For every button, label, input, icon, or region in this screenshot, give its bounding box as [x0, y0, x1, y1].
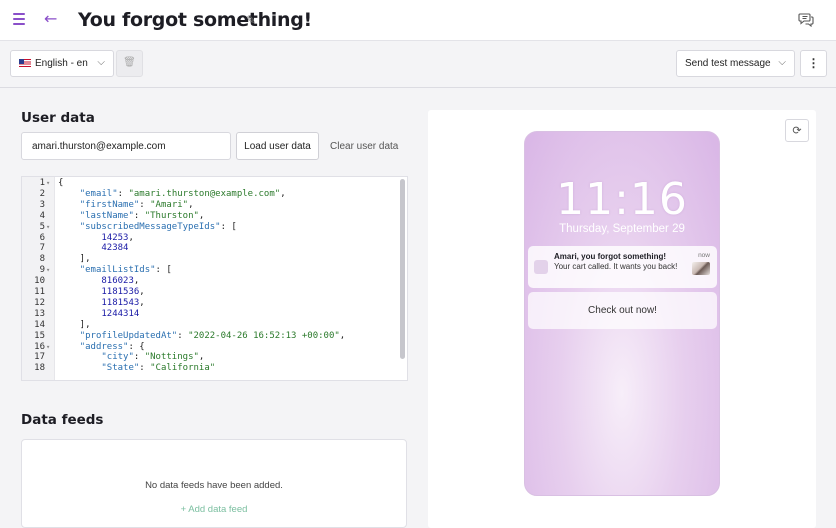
code-text: "city": "Nottings", [101, 352, 205, 363]
line-number: 16 [34, 341, 45, 352]
line-number: 11 [34, 287, 45, 297]
code-text: ], [58, 254, 91, 265]
code-text: "email": "amari.thurston@example.com", [79, 188, 286, 199]
code-text: "emailListIds": [ [79, 265, 172, 276]
language-label: English - en [35, 58, 88, 69]
refresh-icon: ⟳ [792, 124, 802, 137]
line-number: 12 [34, 297, 45, 308]
line-number: 1 [39, 178, 45, 188]
line-number: 2 [39, 188, 45, 199]
chevron-down-icon: ⌵ [97, 57, 105, 68]
code-text: 1181536, [101, 287, 145, 297]
line-number: 14 [34, 319, 45, 330]
line-number: 5 [39, 221, 45, 232]
code-text: 42384 [101, 243, 129, 254]
us-flag-icon [19, 59, 31, 67]
data-feeds-empty-text: No data feeds have been added. [145, 480, 283, 491]
line-number: 18 [34, 363, 45, 374]
check-out-action-button: Check out now! [528, 292, 717, 329]
line-number: 17 [34, 352, 45, 363]
code-text: "profileUpdatedAt": "2022-04-26 16:52:13… [79, 330, 346, 341]
add-data-feed-link[interactable]: + Add data feed [22, 504, 406, 515]
page-title: You forgot something! [78, 9, 312, 31]
code-text: 816023, [101, 276, 140, 287]
fold-toggle-icon[interactable]: ▾ [46, 222, 50, 232]
code-text: 1244314 [101, 308, 140, 319]
fold-toggle-icon[interactable]: ▾ [46, 342, 50, 352]
lockscreen-time: 11:16 [556, 174, 688, 225]
toolbar: English - en ⌵ 🗑 Send test message ⌵ ⋮ [0, 41, 836, 88]
notification-body: Your cart called. It wants you back! [554, 262, 678, 271]
line-number: 9 [39, 265, 45, 276]
line-number: 8 [39, 254, 45, 265]
line-number: 13 [34, 308, 45, 319]
user-data-heading: User data [21, 110, 95, 126]
code-text: 1181543, [101, 297, 145, 308]
push-notification: Amari, you forgot something! Your cart c… [528, 246, 717, 288]
fold-toggle-icon[interactable]: ▾ [46, 265, 50, 275]
code-text: "State": "California" [101, 363, 216, 374]
refresh-preview-button[interactable]: ⟳ [785, 119, 809, 142]
send-test-label: Send test message [685, 58, 771, 69]
code-text: { [58, 178, 64, 188]
line-number: 4 [39, 210, 45, 221]
code-text: 14253, [101, 232, 134, 243]
notification-image [692, 262, 710, 275]
left-panel: User data Load user data Clear user data… [0, 89, 428, 528]
more-options-button[interactable]: ⋮ [800, 50, 827, 77]
code-text: "address": { [79, 341, 145, 352]
line-number: 7 [39, 243, 45, 254]
top-header: ← You forgot something! ✎ [0, 0, 836, 41]
arrow-left-icon[interactable]: ← [44, 9, 57, 28]
load-user-data-button[interactable]: Load user data [236, 132, 319, 160]
json-code-editor[interactable]: 1 ▾{2 "email": "amari.thurston@example.co… [21, 176, 408, 381]
pencil-icon[interactable]: ✎ [246, 13, 256, 27]
code-text: ], [58, 319, 91, 330]
editor-scrollbar[interactable] [400, 179, 405, 359]
line-number: 6 [39, 232, 45, 243]
notification-title: Amari, you forgot something! [554, 252, 666, 261]
phone-preview: 11:16 Thursday, September 29 Amari, you … [524, 131, 720, 496]
preview-panel: ⟳ 11:16 Thursday, September 29 Amari, yo… [428, 110, 816, 528]
notification-time: now [698, 252, 710, 259]
delete-language-button[interactable]: 🗑 [116, 50, 143, 77]
app-icon [534, 260, 548, 274]
hamburger-icon[interactable] [13, 13, 25, 25]
data-feeds-heading: Data feeds [21, 412, 104, 428]
language-select[interactable]: English - en ⌵ [10, 50, 114, 77]
send-test-message-select[interactable]: Send test message ⌵ [676, 50, 795, 77]
data-feeds-panel: No data feeds have been added. + Add dat… [21, 439, 407, 528]
chevron-down-icon: ⌵ [778, 57, 786, 68]
code-text: "lastName": "Thurston", [79, 210, 205, 221]
line-number: 3 [39, 199, 45, 210]
kebab-icon: ⋮ [807, 56, 820, 70]
email-input[interactable] [21, 132, 231, 160]
lockscreen-date: Thursday, September 29 [559, 223, 685, 235]
fold-toggle-icon[interactable]: ▾ [46, 178, 50, 188]
clear-user-data-link[interactable]: Clear user data [330, 141, 398, 152]
chat-bubble-icon[interactable] [798, 11, 814, 27]
code-text: "firstName": "Amari", [79, 199, 194, 210]
line-number: 15 [34, 330, 45, 341]
code-text: "subscribedMessageTypeIds": [ [79, 221, 237, 232]
line-number: 10 [34, 276, 45, 287]
